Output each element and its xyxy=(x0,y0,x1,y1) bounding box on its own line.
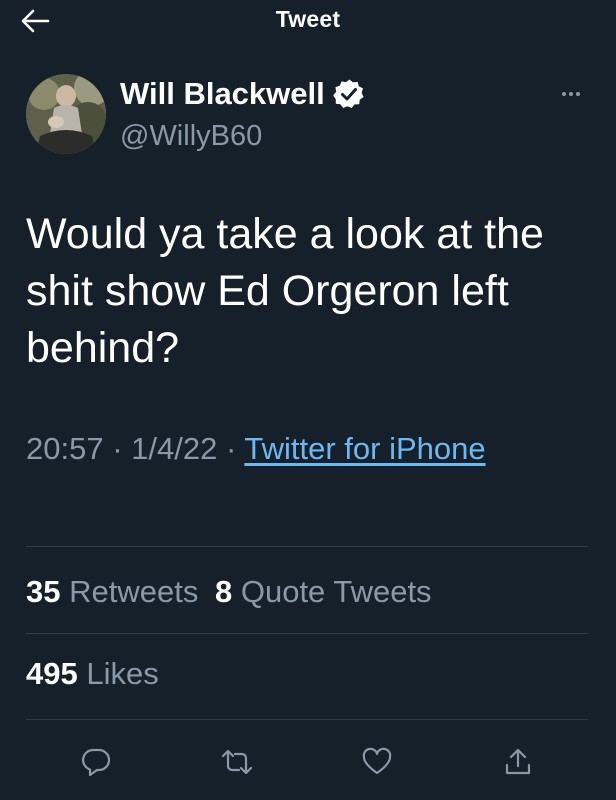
quote-tweets-count: 8 xyxy=(214,574,233,609)
divider xyxy=(26,633,588,634)
engagement-row: 35 Retweets 8 Quote Tweets xyxy=(26,574,432,610)
meta-separator: · xyxy=(225,431,237,466)
retweets-label: Retweets xyxy=(69,574,199,609)
likes-row: 495 Likes xyxy=(26,656,159,692)
more-options-button[interactable] xyxy=(556,84,586,104)
quote-tweets-label: Quote Tweets xyxy=(240,574,432,609)
tweet-time: 20:57 xyxy=(26,431,104,466)
page-title: Tweet xyxy=(275,6,341,32)
tweet-meta: 20:57 · 1/4/22 · Twitter for iPhone xyxy=(26,425,586,473)
tweet-text: Would ya take a look at the shit show Ed… xyxy=(26,210,544,372)
verified-badge-icon xyxy=(332,78,365,110)
likes-label: Likes xyxy=(86,656,159,691)
tweet-date: 1/4/22 xyxy=(131,431,218,466)
top-bar: Tweet xyxy=(0,0,616,44)
retweet-button[interactable] xyxy=(215,740,259,784)
author-name-row[interactable]: Will Blackwell xyxy=(120,76,365,112)
share-icon xyxy=(505,748,531,775)
like-icon xyxy=(362,747,392,775)
divider xyxy=(26,546,588,547)
divider xyxy=(26,719,588,720)
like-button[interactable] xyxy=(355,740,399,784)
retweets-count: 35 xyxy=(26,574,61,609)
tweet-source-link[interactable]: Twitter for iPhone xyxy=(244,431,485,466)
reply-icon xyxy=(82,748,111,777)
author-handle[interactable]: @WillyB60 xyxy=(120,120,262,153)
retweet-icon xyxy=(221,749,253,775)
likes-count: 495 xyxy=(26,656,78,691)
reply-button[interactable] xyxy=(74,740,118,784)
avatar-image xyxy=(26,74,106,154)
share-button[interactable] xyxy=(496,740,540,784)
retweets-stat[interactable]: 35 Retweets xyxy=(26,574,198,609)
action-bar xyxy=(0,740,616,788)
more-icon xyxy=(562,92,580,96)
likes-stat[interactable]: 495 Likes xyxy=(26,656,159,691)
author-display-name[interactable]: Will Blackwell xyxy=(120,76,325,112)
meta-separator: · xyxy=(112,431,123,466)
avatar[interactable] xyxy=(26,74,106,154)
quote-tweets-stat[interactable]: 8 Quote Tweets xyxy=(215,574,432,609)
